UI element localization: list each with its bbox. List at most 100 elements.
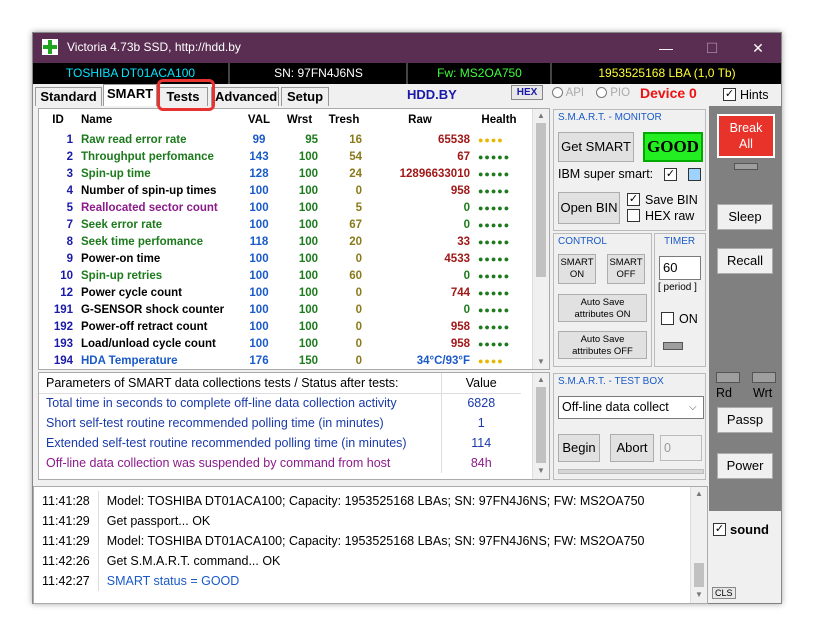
param-row[interactable]: Total time in seconds to complete off-li… [39, 393, 521, 413]
scroll-up-icon[interactable]: ▲ [537, 111, 545, 120]
timer-period-input[interactable]: 60 [659, 256, 701, 280]
scroll-down-icon[interactable]: ▼ [537, 466, 545, 475]
drive-lba: 1953525168 LBA (1,0 Tb) [598, 66, 736, 80]
smart-attribute-row[interactable]: 3 Spin-up time 128 100 24 12896633010 ●●●●● [39, 165, 524, 182]
smart-scrollbar[interactable]: ▲ ▼ [532, 109, 549, 369]
timer-on-checkbox[interactable] [661, 312, 674, 325]
smart-off-button[interactable]: SMART OFF [607, 254, 645, 284]
hex-button[interactable]: HEX [511, 85, 543, 100]
attr-name: Seek time perfomance [81, 235, 204, 248]
scroll-thumb[interactable] [536, 387, 546, 463]
col-health: Health [481, 114, 517, 126]
attr-id: 7 [66, 218, 73, 231]
smart-attribute-row[interactable]: 12 Power cycle count 100 100 0 744 ●●●●● [39, 284, 524, 301]
sleep-button[interactable]: Sleep [717, 204, 773, 230]
hints-checkbox[interactable]: ✓ [723, 88, 736, 101]
tab-row: Standard SMART Tests Advanced Setup HDD.… [33, 84, 781, 106]
tab-advanced[interactable]: Advanced [211, 87, 279, 106]
smart-attribute-row[interactable]: 194 HDA Temperature 176 150 0 34°C/93°F ●●●● [39, 352, 524, 369]
log-scrollbar[interactable]: ▲ ▼ [690, 487, 707, 603]
smart-attribute-row[interactable]: 4 Number of spin-up times 100 100 0 958 ●●●●● [39, 182, 524, 199]
save-bin-checkbox[interactable]: ✓ [627, 193, 640, 206]
tab-smart[interactable]: SMART [103, 84, 157, 106]
pio-radio[interactable]: PIO [596, 87, 630, 99]
test-type-select[interactable]: Off-line data collect ⌵ [558, 396, 704, 419]
attr-val: 99 [252, 133, 266, 146]
sound-checkbox[interactable]: ✓ [713, 523, 726, 536]
begin-button[interactable]: Begin [558, 434, 600, 462]
hex-raw-checkbox[interactable] [627, 209, 640, 222]
get-smart-button[interactable]: Get SMART [558, 132, 634, 162]
params-header-value: Value [441, 373, 521, 394]
attr-val: 100 [249, 218, 269, 231]
col-name: Name [81, 114, 113, 126]
scroll-thumb[interactable] [694, 563, 704, 587]
smart-monitor-group: S.M.A.R.T. - MONITOR Get SMART GOOD IBM … [553, 109, 706, 231]
auto-save-off-button[interactable]: Auto Save attributes OFF [558, 331, 647, 359]
tab-setup[interactable]: Setup [281, 87, 329, 106]
attr-wrst: 100 [298, 286, 318, 299]
smart-attribute-row[interactable]: 10 Spin-up retries 100 100 60 0 ●●●●● [39, 267, 524, 284]
scroll-down-icon[interactable]: ▼ [695, 590, 703, 599]
smart-monitor-title: S.M.A.R.T. - MONITOR [558, 112, 662, 123]
control-title: CONTROL [558, 236, 607, 247]
attr-raw: 958 [450, 184, 470, 197]
cls-button[interactable]: CLS [712, 587, 736, 599]
timer-group: TIMER 60 [ period ] ON [654, 233, 706, 367]
col-wrst: Wrst [286, 114, 313, 126]
attr-id: 192 [53, 320, 73, 333]
attr-id: 12 [60, 286, 73, 299]
param-row[interactable]: Short self-test routine recommended poll… [39, 413, 521, 433]
sound-label: sound [730, 522, 769, 537]
attr-id: 193 [53, 337, 73, 350]
attr-name: Power cycle count [81, 286, 182, 299]
maximize-button[interactable]: ☐ [689, 33, 735, 63]
attr-wrst: 100 [298, 218, 318, 231]
break-all-button[interactable]: Break All [717, 114, 775, 158]
smart-on-button[interactable]: SMART ON [558, 254, 596, 284]
smart-attribute-row[interactable]: 192 Power-off retract count 100 100 0 958 ●●●●… [39, 318, 524, 335]
timer-on-label: ON [679, 312, 698, 326]
attr-id: 194 [53, 354, 73, 367]
recall-button[interactable]: Recall [717, 248, 773, 274]
param-value: 1 [477, 416, 485, 430]
minimize-button[interactable]: — [643, 33, 689, 63]
attr-id: 3 [66, 167, 73, 180]
attr-raw: 4533 [444, 252, 470, 265]
passp-button[interactable]: Passp [717, 407, 773, 433]
tab-standard[interactable]: Standard [35, 87, 102, 106]
attr-val: 100 [249, 337, 269, 350]
log-entry: 11:41:28 Model: TOSHIBA DT01ACA100; Capac… [34, 491, 653, 511]
smart-attribute-row[interactable]: 191 G-SENSOR shock counter 100 100 0 0 ●●●●● [39, 301, 524, 318]
scroll-thumb[interactable] [536, 123, 546, 277]
attr-raw: 0 [463, 218, 470, 231]
scroll-up-icon[interactable]: ▲ [537, 375, 545, 384]
drive-serial: SN: 97FN4J6NS [231, 63, 408, 84]
smart-attribute-row[interactable]: 193 Load/unload cycle count 100 100 0 958 ●●●●… [39, 335, 524, 352]
scroll-down-icon[interactable]: ▼ [537, 357, 545, 366]
param-row[interactable]: Off-line data collection was suspended b… [39, 453, 521, 473]
smart-attribute-row[interactable]: 8 Seek time perfomance 118 100 20 33 ●●●●● [39, 233, 524, 250]
api-radio[interactable]: API [552, 87, 584, 99]
params-scrollbar[interactable]: ▲ ▼ [532, 373, 549, 479]
smart-attribute-row[interactable]: 9 Power-on time 100 100 0 4533 ●●●●● [39, 250, 524, 267]
open-bin-button[interactable]: Open BIN [558, 192, 620, 224]
log-time: 11:41:28 [34, 491, 99, 511]
scroll-up-icon[interactable]: ▲ [695, 489, 703, 498]
close-button[interactable]: ✕ [735, 33, 781, 63]
smart-attribute-row[interactable]: 7 Seek error rate 100 100 67 0 ●●●●● [39, 216, 524, 233]
ibm-super-smart-checkbox[interactable]: ✓ [664, 168, 677, 181]
smart-attribute-row[interactable]: 1 Raw read error rate 99 95 16 65538 ●●●● [39, 131, 524, 148]
power-button[interactable]: Power [717, 453, 773, 479]
drive-firmware: Fw: MS2OA750 [409, 63, 552, 84]
param-value: 84h [470, 456, 492, 470]
smart-attribute-row[interactable]: 5 Reallocated sector count 100 100 5 0 ●●●●● [39, 199, 524, 216]
attr-val: 100 [249, 303, 269, 316]
abort-button[interactable]: Abort [610, 434, 654, 462]
attr-health: ●●●●● [478, 253, 511, 264]
attr-id: 8 [66, 235, 73, 248]
auto-save-on-button[interactable]: Auto Save attributes ON [558, 294, 647, 322]
smart-attribute-row[interactable]: 2 Throughput perfomance 143 100 54 67 ●●●●● [39, 148, 524, 165]
param-row[interactable]: Extended self-test routine recommended p… [39, 433, 521, 453]
hdd-by-link[interactable]: HDD.BY [407, 87, 457, 102]
